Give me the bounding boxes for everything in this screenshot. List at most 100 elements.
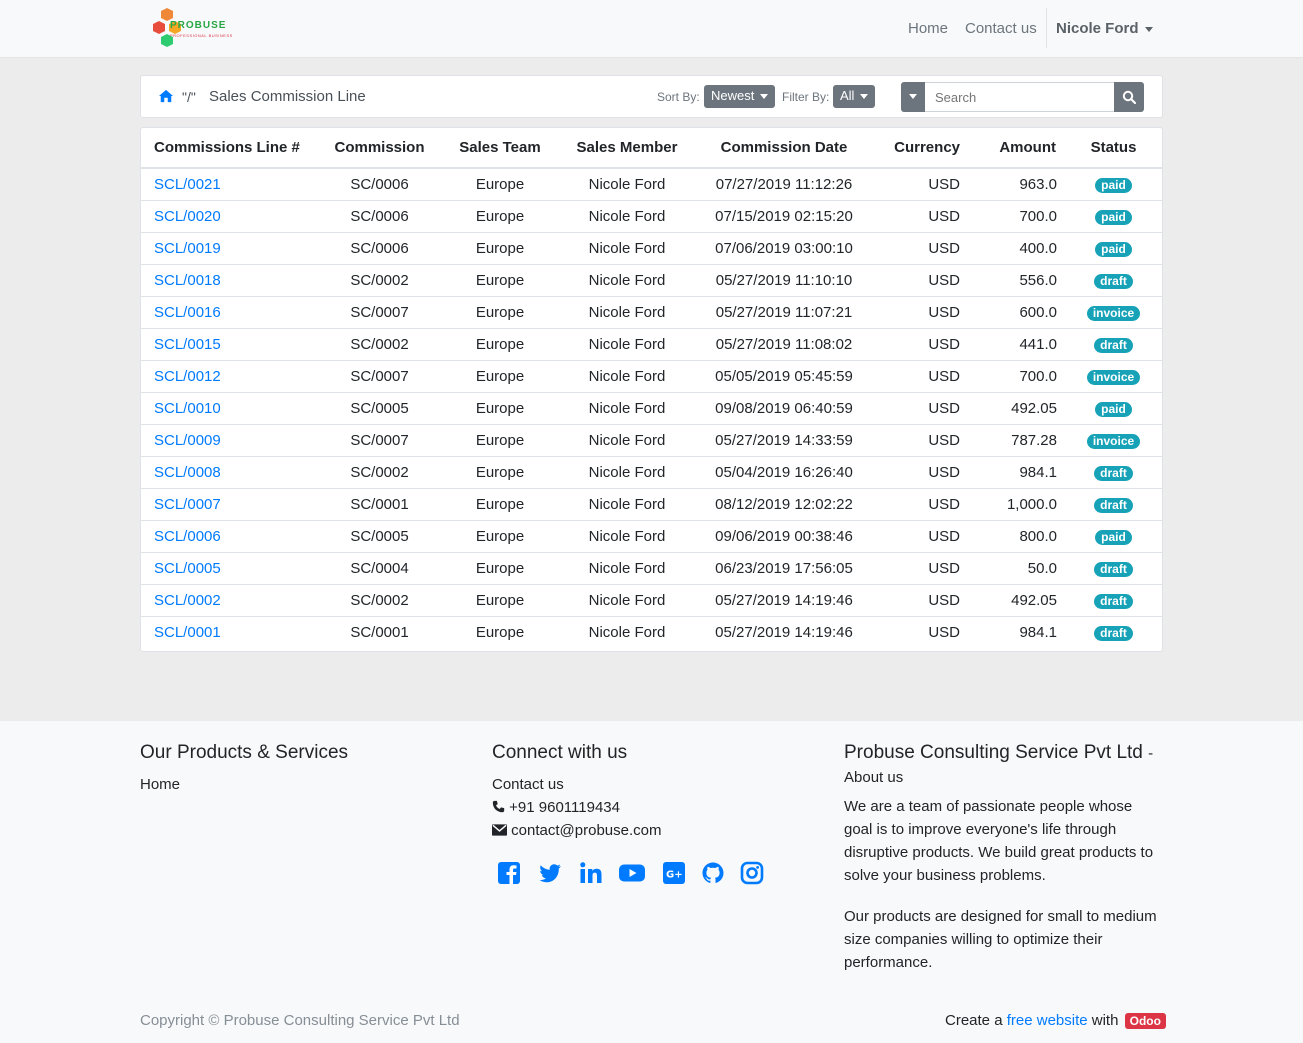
search-input[interactable] [925,82,1114,112]
sales-team-cell: Europe [475,495,525,513]
instagram-icon[interactable] [740,861,764,889]
commission-line-link[interactable]: SCL/0010 [154,400,221,417]
commission-line-link[interactable]: SCL/0021 [154,176,221,193]
currency-cell: USD [928,207,960,225]
commission-date-cell: 05/27/2019 14:33:59 [715,431,853,449]
status-badge: draft [1094,593,1133,609]
col-header-commission: Commission [323,128,436,169]
google-plus-icon[interactable]: G+ [662,861,686,889]
table-cell: USD [878,199,967,232]
table-row: SCL/0018 SC/0002 Europe Nicole Ford 05/27/20… [141,263,1162,296]
commission-line-link[interactable]: SCL/0001 [154,624,221,641]
status-badge: paid [1095,177,1132,193]
footer-about-link[interactable]: About us [844,766,903,789]
sort-value: Newest [711,88,755,103]
table-cell: SC/0002 [323,263,436,296]
commission-date-cell: 05/27/2019 11:10:10 [715,271,853,289]
commission-line-link[interactable]: SCL/0015 [154,336,221,353]
table-cell: paid [1067,519,1162,552]
commission-line-link[interactable]: SCL/0018 [154,272,221,289]
amount-cell: 984.1 [1019,463,1057,481]
table-cell: Europe [436,391,564,424]
footer-about-paragraph-1: We are a team of passionate people whose… [844,798,1154,884]
table-cell: 05/27/2019 11:08:02 [690,327,878,360]
commission-line-link[interactable]: SCL/0016 [154,304,221,321]
sales-team-cell: Europe [475,463,525,481]
home-icon[interactable] [159,89,173,103]
col-header-amount: Amount [967,128,1067,169]
commission-cell: SC/0002 [350,591,409,609]
breadcrumb-separator: "/" [182,89,196,105]
youtube-icon[interactable] [619,861,645,889]
odoo-badge-link[interactable]: Odoo [1124,1013,1166,1030]
table-cell: Europe [436,231,564,264]
made-with-mid: with [1091,1012,1119,1029]
twitter-icon[interactable] [538,861,562,889]
search-button[interactable] [1114,82,1144,112]
commission-line-link[interactable]: SCL/0008 [154,464,221,481]
commission-line-link[interactable]: SCL/0009 [154,432,221,449]
table-cell: SCL/0018 [141,263,323,296]
user-menu-dropdown[interactable]: Nicole Ford [1056,20,1153,37]
col-header-currency: Currency [878,128,967,169]
commission-line-link[interactable]: SCL/0012 [154,368,221,385]
status-badge: draft [1094,497,1133,513]
filter-dropdown[interactable]: All [833,85,876,108]
footer-products-heading: Our Products & Services [140,742,349,763]
commission-cell: SC/0002 [350,463,409,481]
commission-line-link[interactable]: SCL/0006 [154,528,221,545]
table-cell: 800.0 [967,519,1067,552]
nav-contact-link[interactable]: Contact us [965,20,1037,37]
table-cell: SCL/0020 [141,199,323,232]
free-website-link[interactable]: free website [1007,1012,1088,1029]
table-row: SCL/0002 SC/0002 Europe Nicole Ford 05/27/20… [141,583,1162,616]
amount-cell: 492.05 [1011,399,1057,417]
table-cell: Europe [436,583,564,616]
col-header-member: Sales Member [564,128,690,169]
commission-line-link[interactable]: SCL/0005 [154,560,221,577]
table-cell: 05/27/2019 14:19:46 [690,583,878,616]
currency-cell: USD [928,175,960,193]
commission-line-link[interactable]: SCL/0019 [154,240,221,257]
sales-team-cell: Europe [475,623,525,641]
search-options-dropdown[interactable] [901,82,925,112]
github-icon[interactable] [701,861,725,889]
commission-line-link[interactable]: SCL/0020 [154,208,221,225]
facebook-icon[interactable] [497,861,521,889]
amount-cell: 963.0 [1019,175,1057,193]
table-cell: SC/0007 [323,359,436,392]
table-cell: 787.28 [967,423,1067,456]
table-cell: SC/0006 [323,199,436,232]
svg-text:G+: G+ [666,870,683,881]
nav-home-link[interactable]: Home [908,20,948,37]
status-badge: paid [1095,241,1132,257]
commission-date-cell: 07/06/2019 03:00:10 [715,239,853,257]
table-cell: 600.0 [967,295,1067,328]
table-cell: 700.0 [967,199,1067,232]
footer-home-link[interactable]: Home [140,773,180,796]
table-cell: SC/0001 [323,487,436,520]
status-badge: paid [1095,209,1132,225]
made-with-prefix: Create a [945,1012,1003,1029]
commission-line-link[interactable]: SCL/0007 [154,496,221,513]
amount-cell: 600.0 [1019,303,1057,321]
company-name: Probuse Consulting Service Pvt Ltd [844,742,1143,763]
table-cell: SC/0004 [323,551,436,584]
commission-date-cell: 05/05/2019 05:45:59 [715,367,853,385]
table-cell: Nicole Ford [564,263,690,296]
sort-label: Sort By: [657,90,700,104]
table-row: SCL/0008 SC/0002 Europe Nicole Ford 05/04/20… [141,455,1162,488]
amount-cell: 700.0 [1019,367,1057,385]
user-name: Nicole Ford [1056,20,1139,37]
sales-member-cell: Nicole Ford [588,271,666,289]
table-cell: SCL/0006 [141,519,323,552]
table-row: SCL/0001 SC/0001 Europe Nicole Ford 05/27/20… [141,615,1162,648]
table-row: SCL/0021 SC/0006 Europe Nicole Ford 07/27/20… [141,168,1162,200]
sort-dropdown[interactable]: Newest [704,85,776,108]
commission-line-link[interactable]: SCL/0002 [154,592,221,609]
table-row: SCL/0015 SC/0002 Europe Nicole Ford 05/27/20… [141,327,1162,360]
table-cell: USD [878,487,967,520]
footer-contact-link[interactable]: Contact us [492,773,564,796]
commission-cell: SC/0007 [350,303,409,321]
linkedin-icon[interactable] [579,861,603,889]
